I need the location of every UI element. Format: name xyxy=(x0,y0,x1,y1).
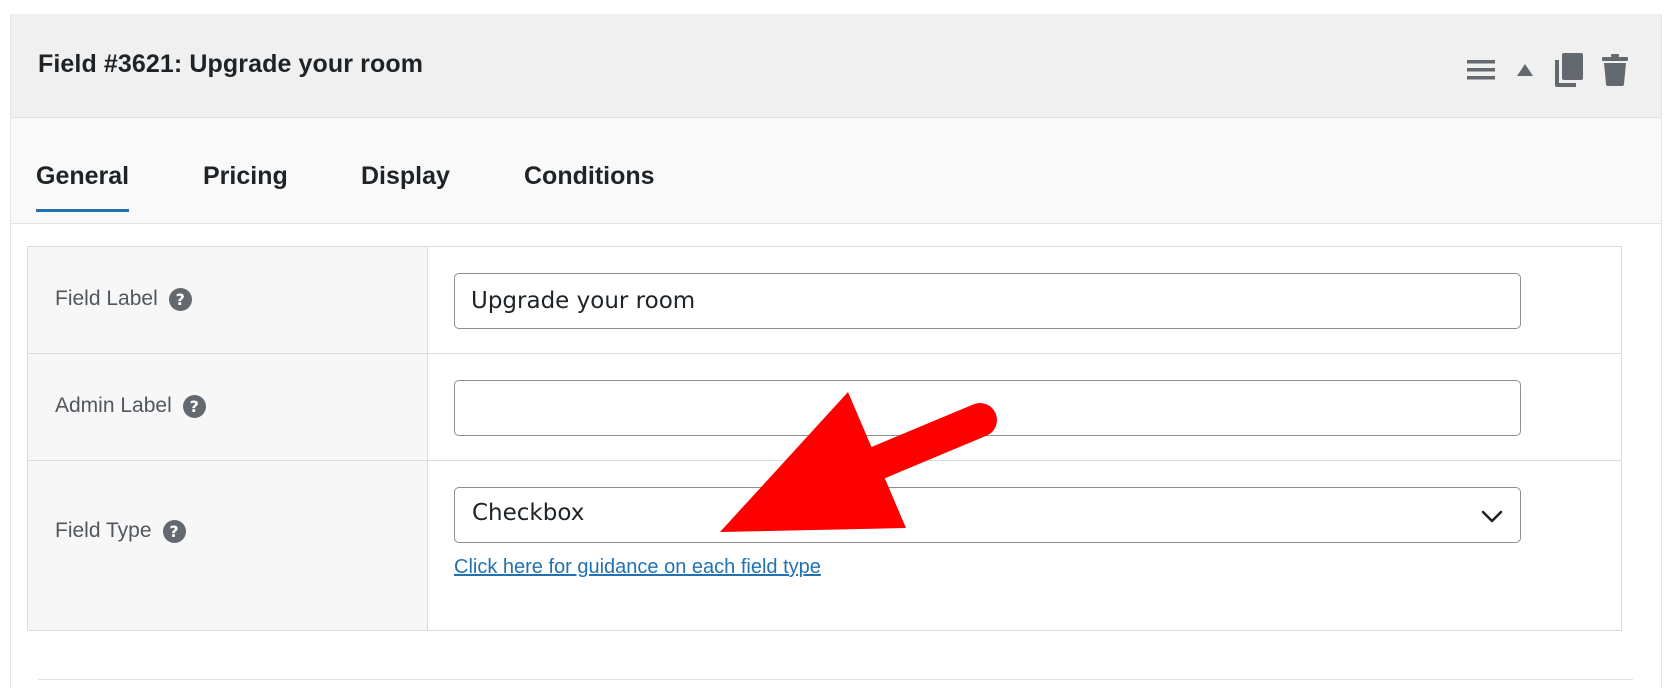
admin-label-heading: Admin Label ? xyxy=(55,394,206,418)
field-label-row: Field Label ? xyxy=(28,247,1621,354)
field-type-select[interactable]: Checkbox xyxy=(454,487,1521,543)
tab-pricing[interactable]: Pricing xyxy=(203,162,288,209)
field-title: Field #3621: Upgrade your room xyxy=(38,50,424,78)
field-label-cell: Field Label ? xyxy=(28,247,428,353)
tab-display[interactable]: Display xyxy=(361,162,450,209)
admin-label-cell: Admin Label ? xyxy=(28,354,428,460)
field-settings-table: Field Label ? Admin Label ? Field Type ? xyxy=(27,246,1622,631)
field-type-guidance-link[interactable]: Click here for guidance on each field ty… xyxy=(454,556,821,579)
field-label-input[interactable] xyxy=(454,273,1521,329)
trash-icon[interactable] xyxy=(1599,52,1631,88)
field-type-text: Field Type xyxy=(55,519,152,542)
field-type-cell: Field Type ? xyxy=(28,461,428,630)
move-up-icon[interactable] xyxy=(1515,60,1535,80)
header-toolbar xyxy=(1465,52,1631,88)
tab-bar: General Pricing Display Conditions xyxy=(11,118,1661,224)
field-type-value-cell: Checkbox Click here for guidance on each… xyxy=(428,461,1621,630)
section-divider xyxy=(38,679,1633,680)
help-icon[interactable]: ? xyxy=(182,394,206,418)
tab-general[interactable]: General xyxy=(36,162,130,212)
duplicate-icon[interactable] xyxy=(1553,52,1585,88)
field-type-heading: Field Type ? xyxy=(55,519,186,543)
tab-conditions[interactable]: Conditions xyxy=(524,162,655,209)
admin-label-text: Admin Label xyxy=(55,394,172,417)
field-label-value-cell xyxy=(428,247,1621,353)
menu-icon[interactable] xyxy=(1465,54,1497,86)
field-label-text: Field Label xyxy=(55,287,158,310)
field-label-heading: Field Label ? xyxy=(55,287,192,311)
admin-label-input[interactable] xyxy=(454,380,1521,436)
field-header: Field #3621: Upgrade your room xyxy=(11,14,1661,118)
field-type-row: Field Type ? Checkbox Click here for gui… xyxy=(28,461,1621,630)
field-type-selected-value: Checkbox xyxy=(472,500,585,526)
admin-label-row: Admin Label ? xyxy=(28,354,1621,461)
admin-label-value-cell xyxy=(428,354,1621,460)
chevron-down-icon xyxy=(1480,504,1504,528)
help-icon[interactable]: ? xyxy=(168,287,192,311)
help-icon[interactable]: ? xyxy=(162,519,186,543)
